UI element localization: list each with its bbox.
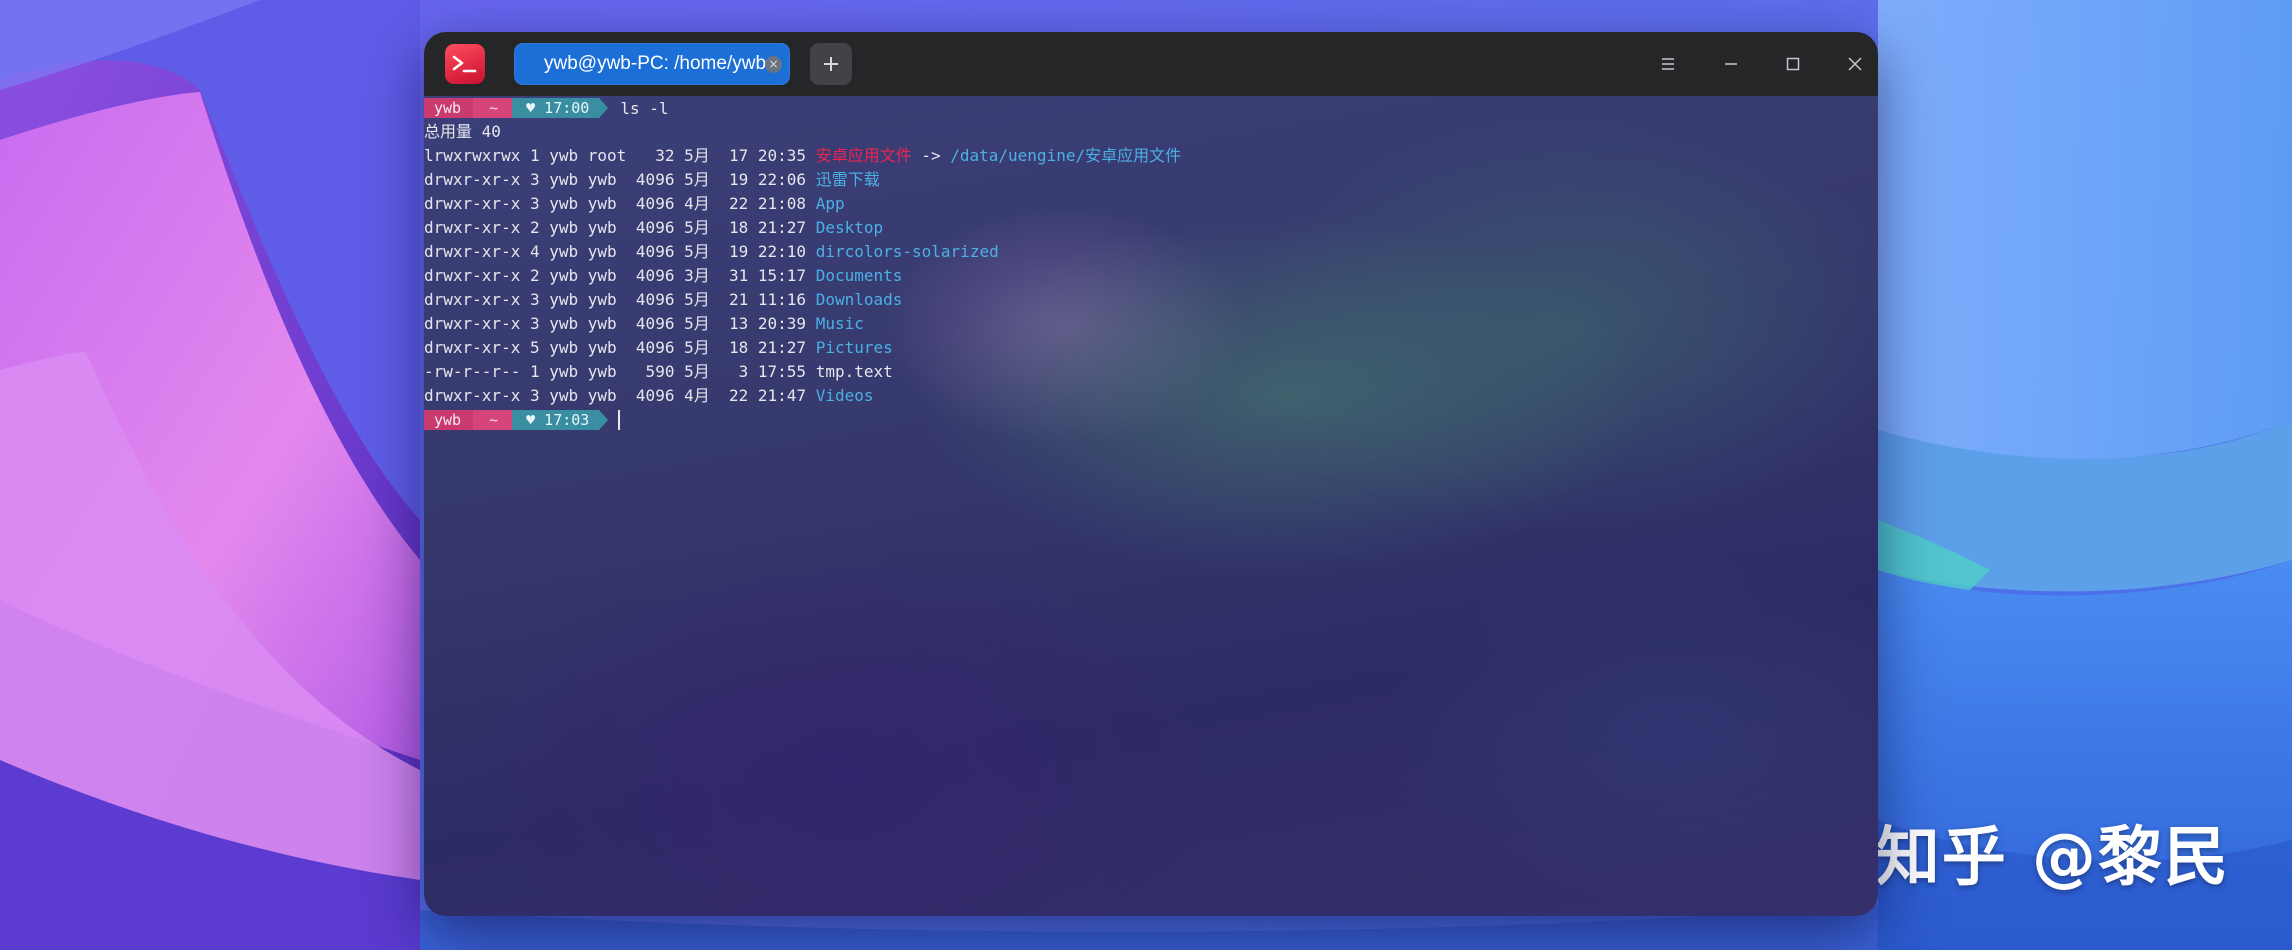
symlink-target: /data/uengine/安卓应用文件 [950, 146, 1182, 165]
tab-close-icon[interactable]: × [765, 56, 782, 73]
titlebar: ywb@ywb-PC: /home/ywb × [424, 32, 1878, 96]
text-cursor[interactable] [618, 410, 621, 430]
ls-row: lrwxrwxrwx 1 ywb root 32 5月 17 20:35 安卓应… [424, 144, 1181, 168]
file-meta: drwxr-xr-x 3 ywb ywb 4096 4月 22 21:47 [424, 386, 816, 405]
terminal-output[interactable]: ywb ~ ♥ 17:00 ls -l 总用量 40 lrwxrwxrwx 1 ywb… [424, 96, 1878, 916]
prompt-separator [599, 98, 609, 118]
file-meta: lrwxrwxrwx 1 ywb root 32 5月 17 20:35 [424, 146, 816, 165]
ls-row: drwxr-xr-x 3 ywb ywb 4096 5月 21 11:16 Do… [424, 288, 902, 312]
maximize-icon [1786, 57, 1800, 71]
ls-row: drwxr-xr-x 3 ywb ywb 4096 5月 13 20:39 Mu… [424, 312, 864, 336]
ls-row: drwxr-xr-x 2 ywb ywb 4096 3月 31 15:17 Do… [424, 264, 902, 288]
prompt-dir: ~ [473, 98, 513, 118]
file-name: App [815, 194, 845, 213]
file-name: Desktop [815, 218, 884, 237]
prompt-user: ywb [424, 410, 474, 430]
menu-icon [1662, 58, 1674, 70]
file-meta: drwxr-xr-x 3 ywb ywb 4096 5月 13 20:39 [424, 314, 816, 333]
watermark: 知乎 @黎民 [1875, 821, 2230, 895]
file-meta: drwxr-xr-x 2 ywb ywb 4096 5月 18 21:27 [424, 218, 816, 237]
file-name: 安卓应用文件 [815, 146, 912, 165]
file-meta: drwxr-xr-x 4 ywb ywb 4096 5月 19 22:10 [424, 242, 816, 261]
close-icon [1848, 57, 1862, 71]
total-line: 总用量 40 [424, 122, 501, 141]
symlink-arrow: -> [911, 146, 951, 165]
new-tab-button[interactable] [810, 43, 852, 85]
ls-row: drwxr-xr-x 5 ywb ywb 4096 5月 18 21:27 Pi… [424, 336, 893, 360]
minimize-button[interactable] [1715, 48, 1747, 80]
terminal-app-icon[interactable] [445, 44, 485, 84]
command-text: ls -l [620, 98, 669, 118]
file-meta: drwxr-xr-x 5 ywb ywb 4096 5月 18 21:27 [424, 338, 816, 357]
terminal-window: ywb@ywb-PC: /home/ywb × ywb ~ ♥ 17:00 ls… [424, 32, 1878, 916]
file-meta: -rw-r--r-- 1 ywb ywb 590 5月 3 17:55 [424, 362, 816, 381]
prompt-time: ♥ 17:00 [512, 98, 600, 118]
maximize-button[interactable] [1777, 48, 1809, 80]
shell-prompt: ywb ~ ♥ 17:00 ls -l [424, 96, 669, 120]
file-meta: drwxr-xr-x 3 ywb ywb 4096 4月 22 21:08 [424, 194, 816, 213]
close-button[interactable] [1839, 48, 1871, 80]
ls-row: drwxr-xr-x 2 ywb ywb 4096 5月 18 21:27 De… [424, 216, 883, 240]
tab-active[interactable]: ywb@ywb-PC: /home/ywb × [514, 43, 790, 85]
file-name: 迅雷下载 [815, 170, 880, 189]
file-meta: drwxr-xr-x 2 ywb ywb 4096 3月 31 15:17 [424, 266, 816, 285]
ls-row: drwxr-xr-x 4 ywb ywb 4096 5月 19 22:10 di… [424, 240, 999, 264]
ls-row: drwxr-xr-x 3 ywb ywb 4096 5月 19 22:06 迅雷… [424, 168, 880, 192]
file-name: Music [815, 314, 864, 333]
ls-row: -rw-r--r-- 1 ywb ywb 590 5月 3 17:55 tmp.… [424, 360, 893, 384]
menu-button[interactable] [1652, 48, 1684, 80]
file-name: tmp.text [815, 362, 893, 381]
tab-title: ywb@ywb-PC: /home/ywb [544, 53, 767, 74]
minimize-icon [1725, 63, 1737, 65]
file-meta: drwxr-xr-x 3 ywb ywb 4096 5月 21 11:16 [424, 290, 816, 309]
file-name: Videos [815, 386, 874, 405]
ls-row: drwxr-xr-x 3 ywb ywb 4096 4月 22 21:47 Vi… [424, 384, 873, 408]
prompt-dir: ~ [473, 410, 513, 430]
file-name: dircolors-solarized [815, 242, 999, 261]
shell-prompt-current: ywb ~ ♥ 17:03 [424, 408, 621, 432]
file-meta: drwxr-xr-x 3 ywb ywb 4096 5月 19 22:06 [424, 170, 816, 189]
prompt-separator [599, 410, 609, 430]
file-name: Downloads [815, 290, 903, 309]
prompt-time: ♥ 17:03 [512, 410, 600, 430]
plus-icon [824, 57, 838, 71]
file-name: Pictures [815, 338, 893, 357]
ls-row: drwxr-xr-x 3 ywb ywb 4096 4月 22 21:08 Ap… [424, 192, 845, 216]
file-name: Documents [815, 266, 903, 285]
prompt-user: ywb [424, 98, 474, 118]
